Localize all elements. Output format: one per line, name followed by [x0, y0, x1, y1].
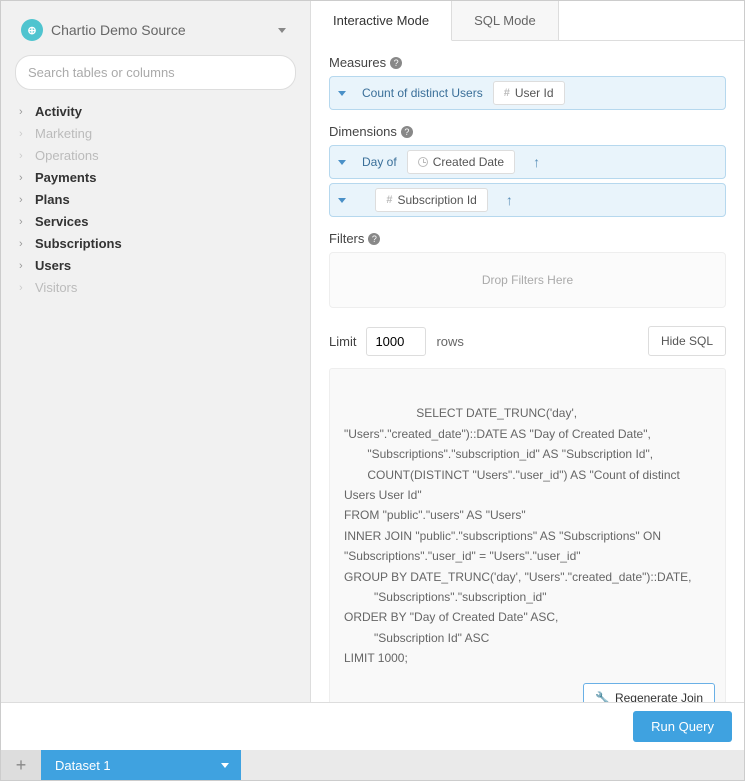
sql-preview: SELECT DATE_TRUNC('day', "Users"."create…: [329, 368, 726, 702]
dimension-aggregate: [352, 189, 375, 211]
add-dataset-button[interactable]: +: [1, 750, 41, 780]
source-name: Chartio Demo Source: [51, 22, 186, 38]
date-type-icon: [418, 157, 428, 167]
sort-asc-icon[interactable]: ↑: [515, 154, 546, 170]
chevron-right-icon: ›: [19, 128, 29, 140]
chevron-right-icon: ›: [19, 194, 29, 206]
limit-row: Limit rows Hide SQL: [329, 326, 726, 356]
chevron-right-icon: ›: [19, 172, 29, 184]
chevron-right-icon: ›: [19, 150, 29, 162]
chevron-down-icon: [338, 160, 346, 165]
source-logo-icon: ⊕: [21, 19, 43, 41]
limit-label: Limit: [329, 334, 356, 349]
measures-label: Measures ?: [329, 55, 726, 70]
table-label: Marketing: [35, 126, 92, 141]
table-item[interactable]: › Marketing: [15, 124, 296, 143]
table-label: Services: [35, 214, 89, 229]
tables-list: ›Activity›Marketing›Operations›Payments›…: [1, 102, 310, 297]
app-window: ⊕ Chartio Demo Source › Activity › Marketin…: [0, 0, 745, 781]
table-item[interactable]: › Plans: [15, 190, 296, 209]
filters-dropzone[interactable]: Drop Filters Here: [329, 252, 726, 308]
measure-aggregate[interactable]: Count of distinct Users: [352, 82, 493, 104]
rows-label: rows: [436, 334, 463, 349]
table-item[interactable]: › Activity: [15, 102, 296, 121]
tab-interactive-mode[interactable]: Interactive Mode: [311, 1, 452, 41]
source-dropdown[interactable]: ⊕ Chartio Demo Source: [15, 15, 296, 45]
measure-pill[interactable]: Count of distinct Users # User Id: [329, 76, 726, 110]
table-item[interactable]: › Operations: [15, 146, 296, 165]
table-label: Subscriptions: [35, 236, 122, 251]
dataset-name: Dataset 1: [55, 758, 111, 773]
dimension-aggregate[interactable]: Day of: [352, 151, 407, 173]
number-type-icon: #: [504, 87, 510, 99]
table-item[interactable]: › Subscriptions: [15, 234, 296, 253]
dimension-field[interactable]: Created Date: [407, 150, 515, 174]
main-area: ⊕ Chartio Demo Source › Activity › Marketin…: [1, 1, 744, 702]
table-label: Payments: [35, 170, 96, 185]
number-type-icon: #: [386, 194, 392, 206]
dimension-pill[interactable]: # Subscription Id ↑: [329, 183, 726, 217]
table-item[interactable]: › Visitors: [15, 278, 296, 297]
dimension-field[interactable]: # Subscription Id: [375, 188, 488, 212]
table-label: Users: [35, 258, 71, 273]
measure-field[interactable]: # User Id: [493, 81, 565, 105]
table-item[interactable]: › Payments: [15, 168, 296, 187]
filters-label: Filters ?: [329, 231, 726, 246]
config-pane: Interactive Mode SQL Mode Measures ? Cou…: [311, 1, 744, 702]
search-input[interactable]: [15, 55, 296, 90]
chevron-right-icon: ›: [19, 238, 29, 250]
regenerate-join-button[interactable]: 🔧 Regenerate Join: [583, 683, 715, 702]
chevron-right-icon: ›: [19, 260, 29, 272]
chevron-down-icon: [338, 91, 346, 96]
table-item[interactable]: › Services: [15, 212, 296, 231]
table-label: Operations: [35, 148, 99, 163]
dataset-tabs: + Dataset 1: [1, 750, 744, 780]
table-label: Plans: [35, 192, 70, 207]
chevron-right-icon: ›: [19, 106, 29, 118]
limit-input[interactable]: [366, 327, 426, 356]
tab-sql-mode[interactable]: SQL Mode: [452, 1, 559, 40]
sort-asc-icon[interactable]: ↑: [488, 192, 519, 208]
table-label: Activity: [35, 104, 82, 119]
chevron-right-icon: ›: [19, 282, 29, 294]
help-icon[interactable]: ?: [368, 233, 380, 245]
chevron-right-icon: ›: [19, 216, 29, 228]
help-icon[interactable]: ?: [390, 57, 402, 69]
dataset-tab[interactable]: Dataset 1: [41, 750, 241, 780]
footer: Run Query + Dataset 1: [1, 702, 744, 780]
table-label: Visitors: [35, 280, 77, 295]
chevron-down-icon: [338, 198, 346, 203]
help-icon[interactable]: ?: [401, 126, 413, 138]
sql-text: SELECT DATE_TRUNC('day', "Users"."create…: [344, 406, 692, 665]
hide-sql-button[interactable]: Hide SQL: [648, 326, 726, 356]
panel-body: Measures ? Count of distinct Users # Use…: [311, 41, 744, 702]
dimensions-label: Dimensions ?: [329, 124, 726, 139]
mode-tabs: Interactive Mode SQL Mode: [311, 1, 744, 41]
wrench-icon: 🔧: [595, 691, 610, 702]
table-item[interactable]: › Users: [15, 256, 296, 275]
sidebar: ⊕ Chartio Demo Source › Activity › Marketin…: [1, 1, 311, 702]
run-query-button[interactable]: Run Query: [633, 711, 732, 742]
chevron-down-icon: [221, 763, 229, 768]
dimension-pill[interactable]: Day of Created Date ↑: [329, 145, 726, 179]
chevron-down-icon: [278, 28, 286, 33]
